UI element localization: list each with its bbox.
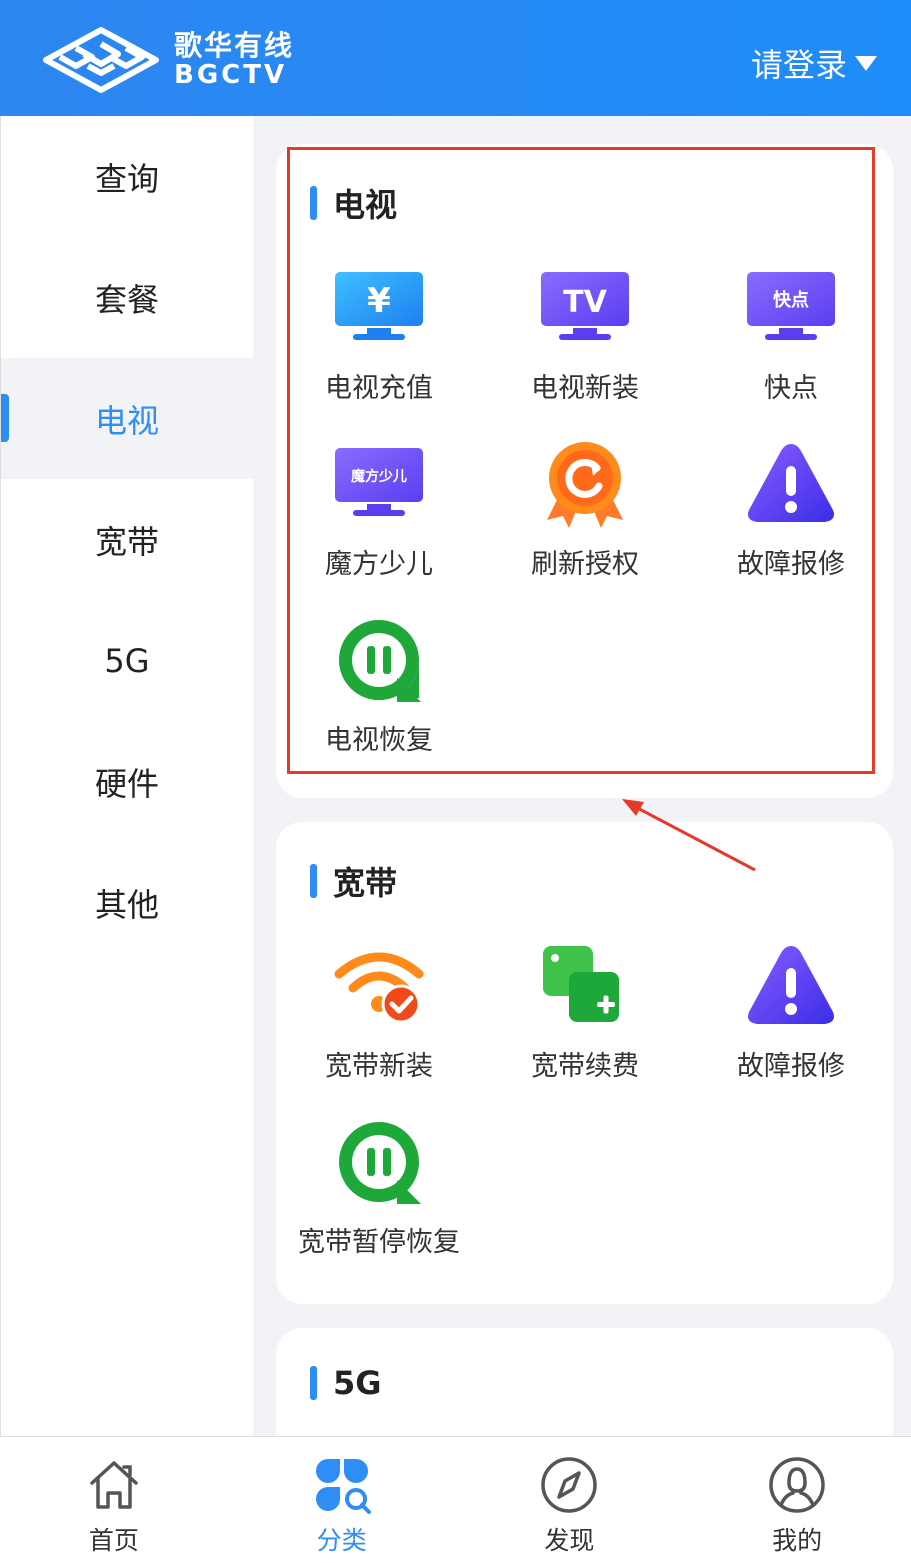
refresh-auth-icon [539,438,631,530]
service-label: 刷新授权 [531,549,639,580]
sidebar-item-label: 宽带 [94,522,159,561]
title-accent-bar [310,186,317,220]
title-accent-bar [310,1366,317,1400]
wifi-install-icon [333,940,425,1032]
service-label: 魔方少儿 [325,549,433,580]
service-label: 故障报修 [737,549,845,580]
category-sidebar: 查询 套餐 电视 宽带 5G 硬件 其他 [0,116,253,1436]
brand-name-cn: 歌华有线 [174,29,295,62]
kuaidian-icon: 快点 [745,262,837,354]
tab-profile[interactable]: 我的 [683,1437,911,1563]
service-tv-restore[interactable]: 电视恢复 [276,614,482,790]
category-icon [315,1459,371,1514]
tv-restore-icon [333,614,425,706]
broadband-renew-icon [539,940,631,1032]
bottom-tab-bar: 首页 分类 发现 我的 [0,1436,911,1563]
broadband-restore-icon [333,1116,425,1208]
service-label: 宽带暂停恢复 [298,1227,460,1258]
tv-section-card: 电视 ¥ 电视充值 TV 电视新装 快点 快点 魔方少儿 魔方少儿 刷新授权 故… [276,144,893,798]
5g-section-card: 5G [276,1328,893,1436]
sidebar-item-other[interactable]: 其他 [1,842,253,963]
tab-label: 分类 [316,1526,367,1555]
tv-service-grid: ¥ 电视充值 TV 电视新装 快点 快点 魔方少儿 魔方少儿 刷新授权 故障报修… [276,262,893,790]
service-label: 宽带新装 [325,1051,433,1082]
title-accent-bar [310,864,317,898]
compass-icon [541,1457,598,1513]
service-fault-report[interactable]: 故障报修 [688,438,894,614]
sidebar-item-broadband[interactable]: 宽带 [1,479,253,600]
service-content: 电视 ¥ 电视充值 TV 电视新装 快点 快点 魔方少儿 魔方少儿 刷新授权 故… [253,116,911,1436]
service-label: 电视恢复 [325,725,433,756]
service-refresh-auth[interactable]: 刷新授权 [482,438,688,614]
bgctv-logo-icon [43,27,159,93]
kuaidian-text: 快点 [773,289,809,311]
tv-install-text: TV [563,285,607,320]
sidebar-item-hardware[interactable]: 硬件 [1,721,253,842]
service-broadband-fault[interactable]: 故障报修 [688,940,894,1116]
login-dropdown[interactable]: 请登录 [751,40,877,86]
mofang-kids-icon: 魔方少儿 [333,438,425,530]
tv-recharge-icon: ¥ [333,262,425,354]
section-title-label: 宽带 [333,864,398,902]
service-broadband-install[interactable]: 宽带新装 [276,940,482,1116]
section-title: 5G [310,1364,382,1402]
sidebar-item-tv[interactable]: 电视 [1,358,253,479]
caret-down-icon [855,55,877,71]
service-label: 故障报修 [737,1051,845,1082]
section-title: 宽带 [310,858,397,904]
sidebar-item-label: 查询 [94,159,159,198]
login-label: 请登录 [750,46,847,84]
sidebar-item-label: 其他 [94,885,159,924]
app-header: 歌华有线 BGCTV 请登录 [0,0,911,116]
tab-label: 我的 [772,1526,823,1555]
recharge-symbol: ¥ [367,281,391,321]
fault-report-icon [745,940,837,1032]
sidebar-item-label: 5G [104,641,150,680]
sidebar-item-query[interactable]: 查询 [1,116,253,237]
section-title-label: 5G [333,1364,382,1402]
service-label: 快点 [764,373,818,404]
service-label: 电视新装 [531,373,639,404]
section-title-label: 电视 [333,186,398,224]
tv-install-icon: TV [539,262,631,354]
service-label: 电视充值 [325,373,433,404]
tab-discover[interactable]: 发现 [456,1437,684,1563]
service-kuaidian[interactable]: 快点 快点 [688,262,894,438]
tab-label: 首页 [88,1526,139,1555]
section-title: 电视 [310,180,397,226]
broadband-service-grid: 宽带新装 宽带续费 故障报修 宽带暂停恢复 [276,940,893,1292]
sidebar-item-package[interactable]: 套餐 [1,237,253,358]
profile-icon [769,1457,825,1513]
broadband-section-card: 宽带 宽带新装 宽带续费 故障报修 宽带暂停恢复 [276,822,893,1304]
service-broadband-renew[interactable]: 宽带续费 [482,940,688,1116]
mofang-text: 魔方少儿 [351,468,407,485]
tab-label: 发现 [544,1526,595,1555]
sidebar-item-label: 电视 [94,401,159,440]
service-broadband-restore[interactable]: 宽带暂停恢复 [276,1116,482,1292]
service-mofang-kids[interactable]: 魔方少儿 魔方少儿 [276,438,482,614]
tab-category[interactable]: 分类 [228,1437,456,1563]
brand-name-en: BGCTV [174,60,288,90]
service-tv-install[interactable]: TV 电视新装 [482,262,688,438]
sidebar-item-label: 硬件 [94,764,159,803]
brand-wordmark: 歌华有线 BGCTV [174,29,295,90]
service-tv-recharge[interactable]: ¥ 电视充值 [276,262,482,438]
home-icon [90,1461,138,1509]
tab-home[interactable]: 首页 [0,1437,228,1563]
sidebar-item-label: 套餐 [94,280,159,319]
sidebar-item-5g[interactable]: 5G [1,600,253,721]
brand-logo: 歌华有线 BGCTV [36,26,294,94]
service-label: 宽带续费 [531,1051,639,1082]
fault-report-icon [745,438,837,530]
